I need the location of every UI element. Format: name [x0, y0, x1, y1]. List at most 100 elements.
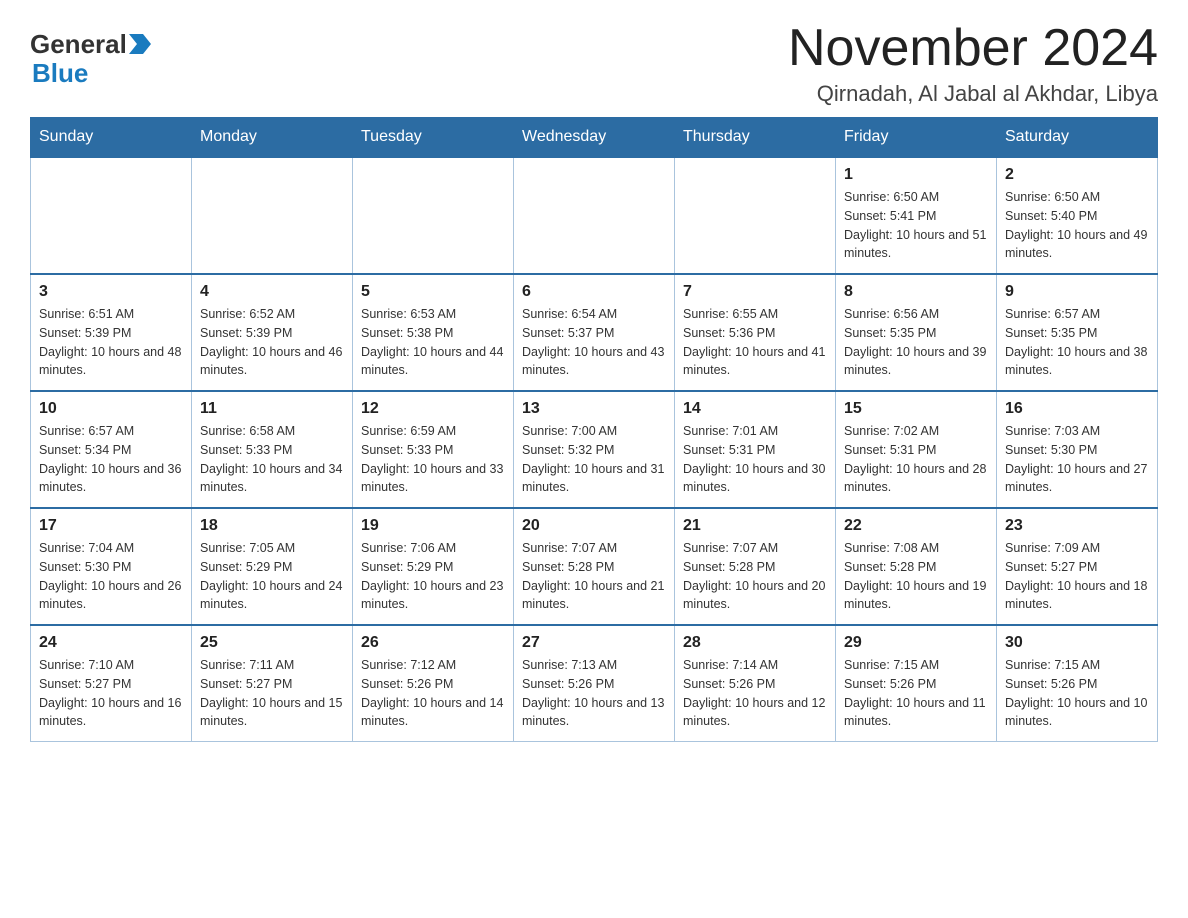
day-number: 8	[844, 283, 988, 301]
day-number: 14	[683, 400, 827, 418]
calendar-cell: 15Sunrise: 7:02 AMSunset: 5:31 PMDayligh…	[836, 391, 997, 508]
calendar-cell: 6 Sunrise: 6:54 AMSunset: 5:37 PMDaylight…	[514, 274, 675, 391]
day-info: Sunrise: 7:10 AMSunset: 5:27 PMDaylight:…	[39, 656, 183, 731]
weekday-header: Wednesday	[514, 118, 675, 158]
calendar-cell: 23 Sunrise: 7:09 AMSunset: 5:27 PMDayligh…	[997, 508, 1158, 625]
calendar-cell: 2 Sunrise: 6:50 AMSunset: 5:40 PMDaylight…	[997, 157, 1158, 274]
day-number: 24	[39, 634, 183, 652]
calendar-cell	[675, 157, 836, 274]
calendar-cell	[514, 157, 675, 274]
day-info: Sunrise: 6:52 AMSunset: 5:39 PMDaylight:…	[200, 305, 344, 380]
day-info: Sunrise: 6:57 AMSunset: 5:35 PMDaylight:…	[1005, 305, 1149, 380]
calendar-cell: 7 Sunrise: 6:55 AMSunset: 5:36 PMDaylight…	[675, 274, 836, 391]
weekday-header: Sunday	[31, 118, 192, 158]
calendar-cell: 9Sunrise: 6:57 AMSunset: 5:35 PMDaylight…	[997, 274, 1158, 391]
weekday-header: Tuesday	[353, 118, 514, 158]
day-number: 22	[844, 517, 988, 535]
calendar-cell: 19 Sunrise: 7:06 AMSunset: 5:29 PMDayligh…	[353, 508, 514, 625]
day-info: Sunrise: 7:09 AMSunset: 5:27 PMDaylight:…	[1005, 539, 1149, 614]
day-info: Sunrise: 6:59 AMSunset: 5:33 PMDaylight:…	[361, 422, 505, 497]
logo-arrow-icon	[129, 34, 151, 54]
day-number: 23	[1005, 517, 1149, 535]
calendar-cell: 22 Sunrise: 7:08 AMSunset: 5:28 PMDayligh…	[836, 508, 997, 625]
day-number: 30	[1005, 634, 1149, 652]
day-info: Sunrise: 7:06 AMSunset: 5:29 PMDaylight:…	[361, 539, 505, 614]
day-number: 13	[522, 400, 666, 418]
day-number: 11	[200, 400, 344, 418]
calendar-cell: 20 Sunrise: 7:07 AMSunset: 5:28 PMDayligh…	[514, 508, 675, 625]
day-number: 10	[39, 400, 183, 418]
calendar-cell: 24 Sunrise: 7:10 AMSunset: 5:27 PMDayligh…	[31, 625, 192, 742]
day-info: Sunrise: 7:13 AMSunset: 5:26 PMDaylight:…	[522, 656, 666, 731]
calendar-cell: 18 Sunrise: 7:05 AMSunset: 5:29 PMDayligh…	[192, 508, 353, 625]
day-info: Sunrise: 6:56 AMSunset: 5:35 PMDaylight:…	[844, 305, 988, 380]
calendar-cell: 30 Sunrise: 7:15 AMSunset: 5:26 PMDayligh…	[997, 625, 1158, 742]
day-number: 7	[683, 283, 827, 301]
weekday-header: Saturday	[997, 118, 1158, 158]
day-number: 17	[39, 517, 183, 535]
calendar-cell: 25Sunrise: 7:11 AMSunset: 5:27 PMDayligh…	[192, 625, 353, 742]
day-info: Sunrise: 7:14 AMSunset: 5:26 PMDaylight:…	[683, 656, 827, 731]
calendar-cell: 11 Sunrise: 6:58 AMSunset: 5:33 PMDayligh…	[192, 391, 353, 508]
day-number: 29	[844, 634, 988, 652]
day-number: 12	[361, 400, 505, 418]
day-number: 21	[683, 517, 827, 535]
day-info: Sunrise: 7:07 AMSunset: 5:28 PMDaylight:…	[522, 539, 666, 614]
day-info: Sunrise: 6:50 AMSunset: 5:40 PMDaylight:…	[1005, 188, 1149, 263]
calendar-cell: 21 Sunrise: 7:07 AMSunset: 5:28 PMDayligh…	[675, 508, 836, 625]
page-header: General Blue November 2024 Qirnadah, Al …	[30, 20, 1158, 107]
calendar-week-row: 3 Sunrise: 6:51 AMSunset: 5:39 PMDaylight…	[31, 274, 1158, 391]
day-info: Sunrise: 6:51 AMSunset: 5:39 PMDaylight:…	[39, 305, 183, 380]
calendar-cell: 29Sunrise: 7:15 AMSunset: 5:26 PMDayligh…	[836, 625, 997, 742]
day-info: Sunrise: 6:53 AMSunset: 5:38 PMDaylight:…	[361, 305, 505, 380]
calendar-week-row: 10 Sunrise: 6:57 AMSunset: 5:34 PMDayligh…	[31, 391, 1158, 508]
calendar-cell: 12 Sunrise: 6:59 AMSunset: 5:33 PMDayligh…	[353, 391, 514, 508]
day-number: 2	[1005, 166, 1149, 184]
calendar-cell	[31, 157, 192, 274]
day-info: Sunrise: 7:05 AMSunset: 5:29 PMDaylight:…	[200, 539, 344, 614]
day-info: Sunrise: 7:01 AMSunset: 5:31 PMDaylight:…	[683, 422, 827, 497]
day-number: 25	[200, 634, 344, 652]
day-number: 19	[361, 517, 505, 535]
day-number: 3	[39, 283, 183, 301]
weekday-header: Monday	[192, 118, 353, 158]
calendar-week-row: 17Sunrise: 7:04 AMSunset: 5:30 PMDayligh…	[31, 508, 1158, 625]
calendar-cell: 5Sunrise: 6:53 AMSunset: 5:38 PMDaylight…	[353, 274, 514, 391]
calendar-cell	[192, 157, 353, 274]
day-info: Sunrise: 6:58 AMSunset: 5:33 PMDaylight:…	[200, 422, 344, 497]
calendar-week-row: 1Sunrise: 6:50 AMSunset: 5:41 PMDaylight…	[31, 157, 1158, 274]
calendar-cell: 16Sunrise: 7:03 AMSunset: 5:30 PMDayligh…	[997, 391, 1158, 508]
day-number: 4	[200, 283, 344, 301]
day-info: Sunrise: 6:54 AMSunset: 5:37 PMDaylight:…	[522, 305, 666, 380]
day-number: 20	[522, 517, 666, 535]
calendar-cell: 26Sunrise: 7:12 AMSunset: 5:26 PMDayligh…	[353, 625, 514, 742]
day-info: Sunrise: 6:57 AMSunset: 5:34 PMDaylight:…	[39, 422, 183, 497]
day-info: Sunrise: 7:02 AMSunset: 5:31 PMDaylight:…	[844, 422, 988, 497]
calendar-cell: 28 Sunrise: 7:14 AMSunset: 5:26 PMDayligh…	[675, 625, 836, 742]
day-number: 28	[683, 634, 827, 652]
calendar-week-row: 24 Sunrise: 7:10 AMSunset: 5:27 PMDayligh…	[31, 625, 1158, 742]
day-info: Sunrise: 7:07 AMSunset: 5:28 PMDaylight:…	[683, 539, 827, 614]
calendar-cell: 4 Sunrise: 6:52 AMSunset: 5:39 PMDaylight…	[192, 274, 353, 391]
day-info: Sunrise: 7:00 AMSunset: 5:32 PMDaylight:…	[522, 422, 666, 497]
calendar-cell	[353, 157, 514, 274]
day-info: Sunrise: 6:50 AMSunset: 5:41 PMDaylight:…	[844, 188, 988, 263]
day-number: 18	[200, 517, 344, 535]
logo-general-text: General	[30, 30, 127, 59]
day-info: Sunrise: 7:03 AMSunset: 5:30 PMDaylight:…	[1005, 422, 1149, 497]
day-info: Sunrise: 7:08 AMSunset: 5:28 PMDaylight:…	[844, 539, 988, 614]
logo: General Blue	[30, 20, 151, 87]
day-number: 6	[522, 283, 666, 301]
weekday-header: Thursday	[675, 118, 836, 158]
day-info: Sunrise: 7:15 AMSunset: 5:26 PMDaylight:…	[1005, 656, 1149, 731]
day-info: Sunrise: 7:12 AMSunset: 5:26 PMDaylight:…	[361, 656, 505, 731]
calendar-table: SundayMondayTuesdayWednesdayThursdayFrid…	[30, 117, 1158, 742]
calendar-cell: 3 Sunrise: 6:51 AMSunset: 5:39 PMDaylight…	[31, 274, 192, 391]
calendar-cell: 14 Sunrise: 7:01 AMSunset: 5:31 PMDayligh…	[675, 391, 836, 508]
calendar-cell: 17Sunrise: 7:04 AMSunset: 5:30 PMDayligh…	[31, 508, 192, 625]
month-year-title: November 2024	[788, 20, 1158, 77]
calendar-cell: 10 Sunrise: 6:57 AMSunset: 5:34 PMDayligh…	[31, 391, 192, 508]
day-info: Sunrise: 6:55 AMSunset: 5:36 PMDaylight:…	[683, 305, 827, 380]
weekday-header: Friday	[836, 118, 997, 158]
calendar-cell: 13 Sunrise: 7:00 AMSunset: 5:32 PMDayligh…	[514, 391, 675, 508]
